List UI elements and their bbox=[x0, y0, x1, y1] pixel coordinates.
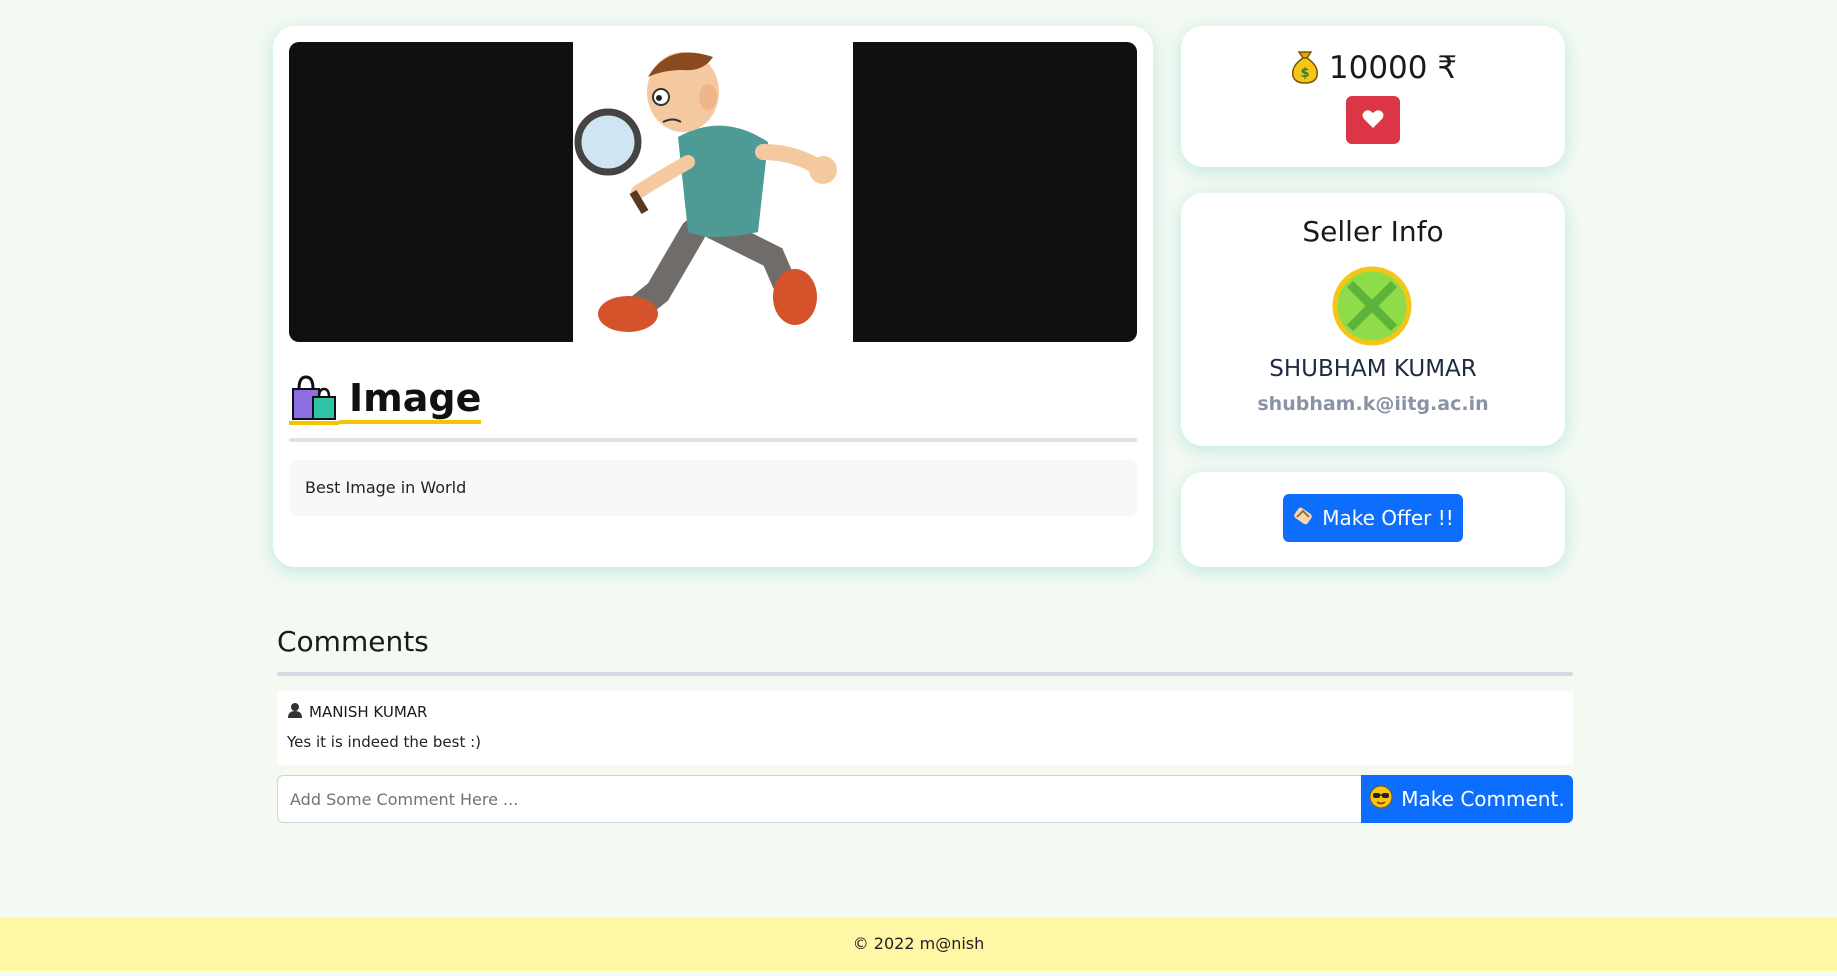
seller-name: SHUBHAM KUMAR bbox=[1269, 356, 1477, 382]
avatar bbox=[1332, 266, 1412, 346]
list-item: MANISH KUMAR Yes it is indeed the best :… bbox=[277, 691, 1573, 765]
divider bbox=[277, 672, 1573, 676]
make-offer-label: Make Offer !! bbox=[1322, 506, 1454, 530]
svg-text:$: $ bbox=[1300, 66, 1309, 81]
product-image bbox=[573, 42, 853, 342]
make-comment-label: Make Comment. bbox=[1401, 787, 1565, 811]
comments-section: Comments MANISH KUMAR Yes it is indeed t… bbox=[277, 620, 1573, 823]
seller-heading: Seller Info bbox=[1302, 215, 1444, 248]
product-card: Image Best Image in World bbox=[273, 26, 1153, 567]
comment-author: MANISH KUMAR bbox=[287, 701, 1563, 723]
divider bbox=[289, 438, 1137, 442]
offer-card: Make Offer !! bbox=[1181, 472, 1565, 567]
seller-card: Seller Info SHUBHAM KUMAR shubham.k@iitg… bbox=[1181, 193, 1565, 446]
product-title: Image bbox=[339, 376, 482, 424]
shopping-bags-icon bbox=[289, 375, 339, 425]
price-value: 10000 ₹ bbox=[1328, 50, 1458, 86]
sunglasses-face-icon bbox=[1369, 785, 1393, 814]
green-x-avatar-icon bbox=[1332, 266, 1412, 346]
product-title-row: Image bbox=[289, 374, 482, 426]
price-card: $ 10000 ₹ bbox=[1181, 26, 1565, 167]
comment-input[interactable] bbox=[277, 775, 1361, 823]
user-icon bbox=[287, 702, 303, 722]
image-viewer bbox=[289, 42, 1137, 342]
seller-email: shubham.k@iitg.ac.in bbox=[1257, 393, 1489, 415]
money-bag-icon: $ bbox=[1289, 48, 1321, 88]
detective-cartoon-icon bbox=[573, 42, 853, 342]
footer: © 2022 m@nish bbox=[0, 917, 1837, 971]
price-row: $ 10000 ₹ bbox=[1181, 48, 1565, 88]
handshake-icon bbox=[1292, 505, 1314, 532]
heart-icon bbox=[1362, 109, 1384, 132]
make-offer-button[interactable]: Make Offer !! bbox=[1283, 494, 1463, 542]
comment-author-name: MANISH KUMAR bbox=[309, 703, 428, 721]
make-comment-button[interactable]: Make Comment. bbox=[1361, 775, 1573, 823]
like-button[interactable] bbox=[1346, 96, 1400, 144]
comment-text: Yes it is indeed the best :) bbox=[287, 733, 481, 751]
comment-form: Make Comment. bbox=[277, 775, 1573, 823]
comments-heading: Comments bbox=[277, 625, 429, 658]
product-description: Best Image in World bbox=[289, 460, 1137, 516]
